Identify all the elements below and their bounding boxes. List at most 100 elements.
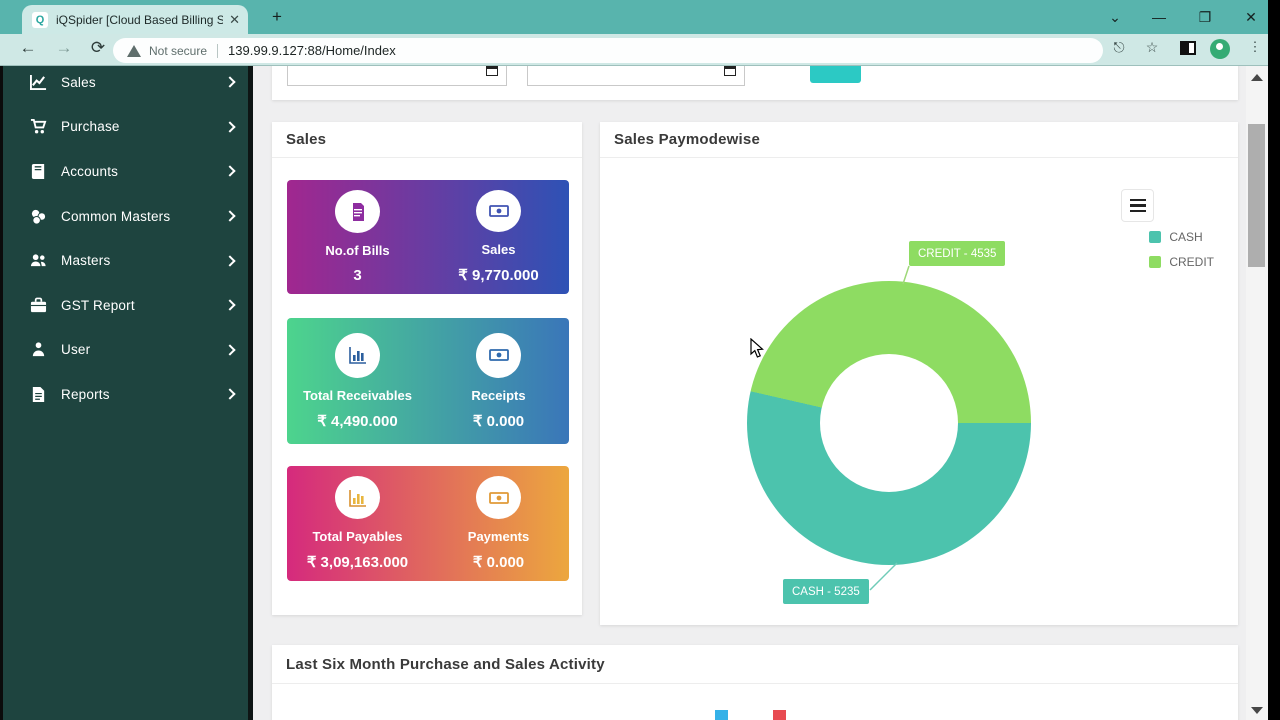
not-secure-warning-icon — [127, 44, 141, 57]
tab-search-icon[interactable]: ⌄ — [1102, 6, 1128, 28]
chevron-right-icon — [224, 299, 236, 311]
sidebar-item-label: Purchase — [61, 119, 120, 135]
stat-label: Receipts — [471, 387, 526, 403]
screen-right-edge — [1268, 0, 1280, 720]
window-close-button[interactable]: ✕ — [1238, 6, 1264, 28]
url-text: 139.99.9.127:88/Home/Index — [228, 43, 396, 58]
no-of-bills-stat: No.of Bills 3 — [287, 180, 428, 294]
side-panel-icon[interactable] — [1180, 41, 1196, 55]
sidebar-item-reports[interactable]: Reports — [3, 372, 248, 417]
share-icon[interactable]: ⎋ — [1108, 39, 1130, 56]
stat-value: ₹ 9,770.000 — [458, 267, 539, 284]
reload-button[interactable]: ⟳ — [86, 38, 110, 58]
bookmark-star-icon[interactable]: ☆ — [1141, 39, 1163, 56]
cash-icon — [476, 332, 521, 378]
sales-card: Sales No.of Bills 3 Sales ₹ 9,770.000 To… — [272, 122, 582, 615]
sidebar-item-label: GST Report — [61, 297, 135, 313]
stat-label: Total Payables — [312, 529, 403, 544]
stat-label: Total Receivables — [303, 387, 412, 403]
total-payables-stat: Total Payables ₹ 3,09,163.000 — [287, 466, 428, 581]
tab-bar: Q iQSpider [Cloud Based Billing Sys ✕ + … — [0, 0, 1280, 34]
bill-icon — [335, 190, 380, 233]
address-bar[interactable]: Not secure 139.99.9.127:88/Home/Index — [113, 38, 1103, 63]
paymodewise-card-header: Sales Paymodewise — [600, 122, 1238, 158]
sidebar-item-label: Masters — [61, 253, 111, 269]
not-secure-label: Not secure — [149, 43, 208, 58]
sidebar-item-masters[interactable]: Masters — [3, 238, 248, 283]
coins-icon — [28, 206, 48, 226]
paymodewise-card-title: Sales Paymodewise — [614, 131, 760, 148]
chevron-right-icon — [224, 165, 236, 178]
sidebar-item-accounts[interactable]: Accounts — [3, 149, 248, 194]
sidebar-item-label: Accounts — [61, 163, 119, 179]
cash-label-badge: CASH - 5235 — [783, 579, 869, 604]
legend-item-credit[interactable]: CREDIT — [1149, 255, 1214, 269]
window-restore-button[interactable]: ❐ — [1192, 6, 1218, 28]
credit-swatch — [1149, 256, 1162, 268]
stat-value: ₹ 3,09,163.000 — [306, 554, 409, 571]
stat-value: ₹ 4,490.000 — [317, 412, 398, 430]
tab-title: iQSpider [Cloud Based Billing Sys — [56, 12, 224, 27]
page-scrollbar[interactable] — [1246, 66, 1268, 720]
sidebar-item-gst-report[interactable]: GST Report — [3, 283, 248, 328]
paymodewise-card: Sales Paymodewise CASH CREDIT CREDIT - 4… — [600, 122, 1238, 625]
stat-value: ₹ 0.000 — [472, 412, 525, 430]
user-icon — [28, 340, 48, 360]
extension-icon[interactable] — [1210, 39, 1230, 59]
sales-series-swatch[interactable] — [773, 710, 786, 720]
chart-menu-button[interactable] — [1121, 189, 1154, 222]
sales-amount-stat: Sales ₹ 9,770.000 — [428, 180, 569, 294]
chevron-right-icon — [224, 255, 236, 267]
bar-chart-icon — [335, 332, 380, 378]
users-icon — [28, 251, 48, 271]
scrollbar-thumb[interactable] — [1248, 124, 1265, 267]
sidebar-item-common-masters[interactable]: Common Masters — [3, 194, 248, 239]
bar-chart-icon — [335, 476, 380, 519]
payments-stat: Payments ₹ 0.000 — [428, 466, 569, 581]
new-tab-button[interactable]: + — [268, 8, 286, 26]
legend-item-cash[interactable]: CASH — [1149, 230, 1214, 244]
sales-card-header: Sales — [272, 122, 582, 158]
chart-legend: CASH CREDIT — [1149, 230, 1214, 280]
chevron-right-icon — [224, 210, 236, 222]
browser-tab[interactable]: Q iQSpider [Cloud Based Billing Sys ✕ — [22, 5, 248, 34]
calendar-icon[interactable] — [724, 65, 736, 76]
tab-close-icon[interactable]: ✕ — [229, 12, 240, 28]
bills-sales-stat-tile: No.of Bills 3 Sales ₹ 9,770.000 — [287, 180, 569, 294]
sidebar-item-label: Reports — [61, 386, 110, 402]
cart-icon — [28, 117, 48, 137]
sidebar-item-label: User — [61, 342, 91, 358]
legend-label: CASH — [1169, 230, 1203, 244]
sidebar-item-label: Common Masters — [61, 208, 171, 224]
receipts-stat: Receipts ₹ 0.000 — [428, 318, 569, 444]
forward-button[interactable]: → — [52, 38, 76, 58]
activity-card: Last Six Month Purchase and Sales Activi… — [272, 645, 1238, 720]
donut-hole — [820, 354, 958, 492]
stat-label: Sales — [481, 242, 516, 257]
cash-icon — [476, 190, 521, 232]
calendar-icon[interactable] — [486, 65, 498, 76]
payables-payments-stat-tile: Total Payables ₹ 3,09,163.000 Payments ₹… — [287, 466, 569, 581]
chart-line-icon — [28, 72, 48, 92]
stat-label: Payments — [467, 529, 530, 544]
file-icon — [28, 384, 48, 404]
cash-swatch — [1149, 231, 1162, 243]
scroll-down-icon[interactable] — [1251, 707, 1263, 714]
sidebar-item-purchase[interactable]: Purchase — [3, 105, 248, 150]
purchase-series-swatch[interactable] — [715, 710, 728, 720]
chrome-menu-icon[interactable]: ⋮ — [1244, 39, 1266, 55]
chevron-right-icon — [224, 76, 236, 88]
back-button[interactable]: ← — [16, 38, 40, 58]
sidebar-item-user[interactable]: User — [3, 328, 248, 373]
url-divider — [217, 43, 219, 58]
activity-card-header: Last Six Month Purchase and Sales Activi… — [272, 645, 1238, 684]
sidebar-item-sales[interactable]: Sales — [3, 60, 248, 105]
screen: Sales No.of Bills 3 Sales ₹ 9,770.000 To… — [0, 0, 1280, 720]
scroll-up-icon[interactable] — [1251, 74, 1263, 81]
credit-label-badge: CREDIT - 4535 — [909, 241, 1006, 266]
sidebar-item-label: Sales — [61, 74, 96, 90]
window-minimize-button[interactable]: — — [1146, 6, 1172, 28]
book-icon — [28, 161, 48, 181]
mouse-cursor — [750, 338, 764, 358]
legend-label: CREDIT — [1169, 255, 1214, 269]
